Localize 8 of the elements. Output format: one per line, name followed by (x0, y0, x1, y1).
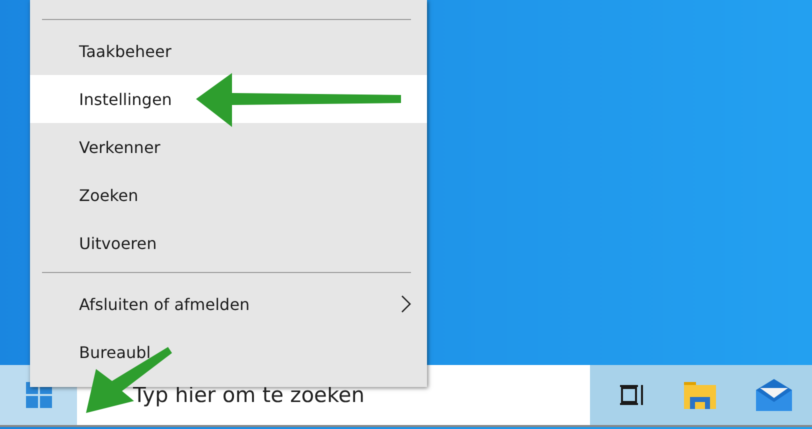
menu-item[interactable]: Taakbeheer (30, 27, 427, 75)
menu-item[interactable]: Afsluiten of afmelden (30, 280, 427, 328)
menu-item[interactable]: Zoeken (30, 171, 427, 219)
task-view-icon[interactable] (619, 382, 645, 408)
menu-item[interactable]: Verkenner (30, 123, 427, 171)
menu-item[interactable]: Uitvoeren (30, 219, 427, 267)
mail-icon[interactable] (755, 378, 793, 412)
folder-icon[interactable] (683, 380, 717, 410)
